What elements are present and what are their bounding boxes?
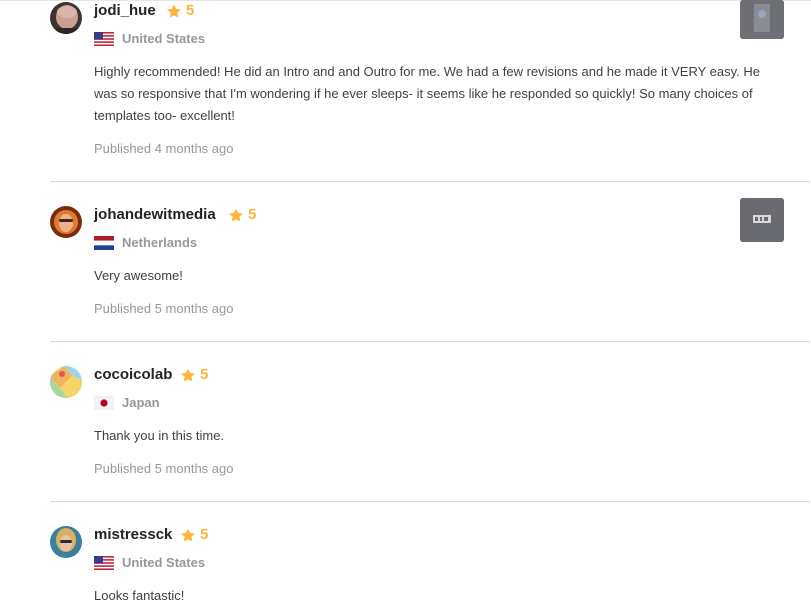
review-rating: 5 (180, 366, 208, 383)
avatar[interactable] (50, 206, 82, 238)
avatar[interactable] (50, 526, 82, 558)
country-name: United States (122, 31, 206, 46)
star-icon (229, 207, 243, 222)
country-name: United States (122, 555, 206, 570)
reviewer-username[interactable]: mistressck (94, 526, 172, 543)
review-divider (50, 181, 810, 182)
published-date: Published 5 months ago (94, 301, 234, 316)
review-item: jodi_hue 5 United States Highly recommen… (50, 0, 810, 180)
review-text: Very awesome! (94, 268, 183, 283)
star-icon (167, 3, 181, 18)
review-rating: 5 (166, 2, 194, 19)
review-item: cocoicolab 5 Japan Thank you in this tim… (50, 358, 810, 498)
reviewer-country: United States (94, 555, 205, 570)
delivery-thumbnail[interactable] (740, 198, 784, 242)
reviewer-country: Japan (94, 395, 160, 410)
rating-value: 5 (200, 366, 209, 383)
published-date: Published 4 months ago (94, 141, 234, 156)
reviewer-username[interactable]: cocoicolab (94, 366, 172, 383)
review-item: johandewitmedia 5 Netherlands Very aweso… (50, 198, 810, 338)
review-divider (50, 341, 810, 342)
country-name: Japan (122, 395, 160, 410)
review-rating: 5 (228, 206, 256, 223)
delivery-thumbnail[interactable] (740, 0, 784, 39)
published-date: Published 5 months ago (94, 461, 234, 476)
reviewer-username[interactable]: jodi_hue (94, 2, 156, 19)
us-flag-icon (94, 31, 114, 46)
star-icon (181, 527, 195, 542)
avatar[interactable] (50, 366, 82, 398)
reviewer-country: United States (94, 31, 205, 46)
review-text: Thank you in this time. (94, 428, 225, 443)
review-item: mistressck 5 United States Looks fantast… (50, 518, 810, 604)
us-flag-icon (94, 555, 114, 570)
rating-value: 5 (200, 526, 209, 543)
nl-flag-icon (94, 235, 114, 250)
review-rating: 5 (180, 526, 208, 543)
avatar[interactable] (50, 2, 82, 34)
reviewer-username[interactable]: johandewitmedia (94, 206, 216, 223)
rating-value: 5 (248, 206, 257, 223)
rating-value: 5 (186, 2, 195, 19)
reviewer-country: Netherlands (94, 235, 197, 250)
star-icon (181, 367, 195, 382)
country-name: Netherlands (122, 235, 198, 250)
review-divider (50, 501, 810, 502)
review-text: Highly recommended! He did an Intro and … (94, 64, 761, 123)
jp-flag-icon (94, 395, 114, 410)
